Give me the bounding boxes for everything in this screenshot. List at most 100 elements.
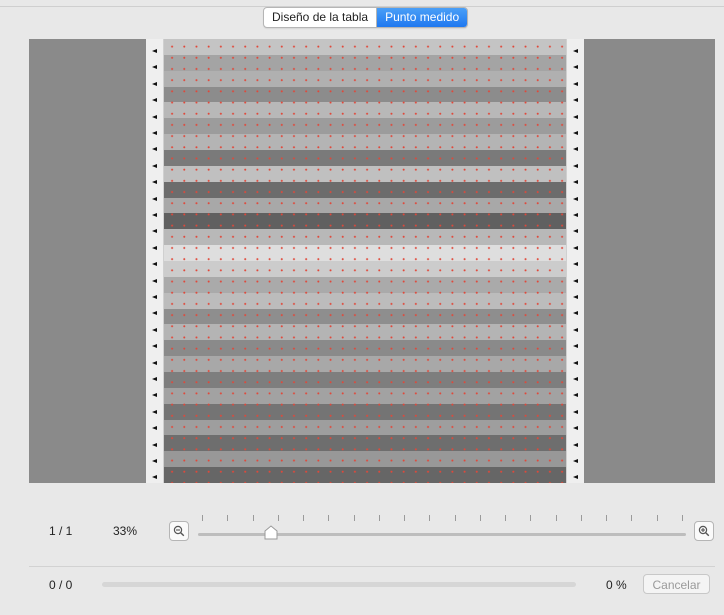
zoom-slider-tick <box>479 515 481 521</box>
guide-arrow-icon <box>152 327 157 332</box>
zoom-slider-tick <box>404 515 406 521</box>
chart-preview-area <box>29 39 715 484</box>
tab-measured-point[interactable]: Punto medido <box>376 8 468 27</box>
guide-arrow-icon <box>573 295 578 299</box>
guide-arrow-icon <box>152 245 157 250</box>
page-indicator: 1 / 1 <box>49 524 73 538</box>
guide-arrow-icon <box>152 360 157 365</box>
guide-arrow-icon <box>152 49 157 53</box>
patch-row <box>164 102 566 119</box>
guide-arrow-icon <box>152 426 157 431</box>
guide-arrow-icon <box>573 311 578 316</box>
guide-arrow-icon <box>152 409 157 414</box>
zoom-slider-tick <box>656 515 658 521</box>
guide-arrow-icon <box>573 442 578 447</box>
guide-arrow-icon <box>152 344 157 349</box>
patch-row <box>164 213 566 230</box>
guide-arrow-icon <box>152 295 157 299</box>
progress-percent: 0 % <box>606 578 627 592</box>
guide-arrow-icon <box>573 377 578 381</box>
guide-arrow-icon <box>573 49 578 53</box>
guide-arrow-icon <box>573 114 578 119</box>
zoom-slider-tick <box>530 515 532 521</box>
cancel-button[interactable]: Cancelar <box>643 574 710 594</box>
guide-arrow-icon <box>573 360 578 365</box>
guide-arrow-icon <box>152 213 157 217</box>
zoom-out-button[interactable] <box>169 521 189 541</box>
patch-row <box>164 86 566 103</box>
guide-arrow-icon <box>152 229 157 234</box>
zoom-slider-tick <box>378 515 380 521</box>
guide-arrow-icon <box>152 65 157 70</box>
zoom-slider-tick <box>606 515 608 521</box>
guide-arrow-icon <box>152 475 157 480</box>
guide-arrow-icon <box>573 459 578 463</box>
guide-arrow-icon <box>152 262 157 267</box>
right-guide-strip <box>566 39 584 483</box>
patch-row <box>164 54 566 72</box>
patch-row <box>164 467 566 484</box>
patch-row <box>164 197 566 214</box>
zoom-slider-tick <box>202 515 203 521</box>
patch-row <box>164 387 566 405</box>
guide-arrow-icon <box>152 311 157 316</box>
patch-row <box>164 356 566 373</box>
zoom-slider-tick <box>227 515 229 521</box>
patch-row <box>164 292 566 310</box>
patch-row <box>164 451 566 468</box>
zoom-value: 33% <box>113 524 138 538</box>
guide-arrow-icon <box>573 65 578 70</box>
patch-row <box>164 324 566 341</box>
guide-arrow-icon <box>573 262 578 267</box>
guide-arrow-icon <box>573 278 578 283</box>
patch-grid <box>164 39 566 484</box>
patch-row <box>164 181 566 199</box>
guide-arrow-icon <box>152 459 157 463</box>
patch-row <box>164 372 566 389</box>
tab-chart-layout[interactable]: Diseño de la tabla <box>264 8 376 27</box>
guide-arrow-icon <box>573 81 578 86</box>
patch-row <box>164 118 566 135</box>
zoom-slider-tick <box>277 515 279 521</box>
guide-arrow-icon <box>573 426 578 431</box>
guide-arrow-icon <box>152 147 157 152</box>
patch-row <box>164 435 566 452</box>
guide-arrow-icon <box>152 393 157 398</box>
patch-row <box>164 39 566 56</box>
guide-arrow-icon <box>152 163 157 168</box>
guide-arrow-icon <box>152 442 157 447</box>
guide-arrow-icon <box>152 98 157 103</box>
patch-row <box>164 165 566 183</box>
patch-row <box>164 134 566 151</box>
zoom-slider-tick <box>328 515 330 521</box>
view-segmented-control: Diseño de la tabla Punto medido <box>263 7 469 28</box>
patch-row <box>164 229 566 246</box>
zoom-in-icon <box>698 525 710 537</box>
zoom-slider-tick <box>429 515 431 521</box>
patch-row <box>164 261 566 278</box>
guide-arrow-icon <box>573 131 578 135</box>
zoom-slider-knob[interactable] <box>264 525 278 540</box>
zoom-slider-tick <box>303 515 305 521</box>
zoom-slider-tick <box>580 515 582 521</box>
guide-arrow-icon <box>573 98 578 103</box>
guide-arrow-icon <box>573 393 578 398</box>
zoom-out-icon <box>173 525 185 537</box>
guide-arrow-icon <box>573 409 578 414</box>
zoom-slider-tick <box>353 515 355 521</box>
patch-row <box>164 419 566 436</box>
zoom-in-button[interactable] <box>694 521 714 541</box>
guide-arrow-icon <box>152 180 157 185</box>
zoom-slider[interactable] <box>198 511 686 541</box>
guide-arrow-icon <box>573 196 578 201</box>
patch-row <box>164 150 566 167</box>
guide-arrow-icon <box>573 475 578 480</box>
guide-arrow-icon <box>573 344 578 349</box>
guide-arrow-icon <box>573 213 578 217</box>
guide-arrow-icon <box>573 147 578 152</box>
guide-arrow-icon <box>573 327 578 332</box>
measurement-progress-bar <box>102 582 576 587</box>
patch-row <box>164 340 566 357</box>
zoom-slider-tick <box>252 515 254 521</box>
zoom-slider-tick <box>454 515 456 521</box>
